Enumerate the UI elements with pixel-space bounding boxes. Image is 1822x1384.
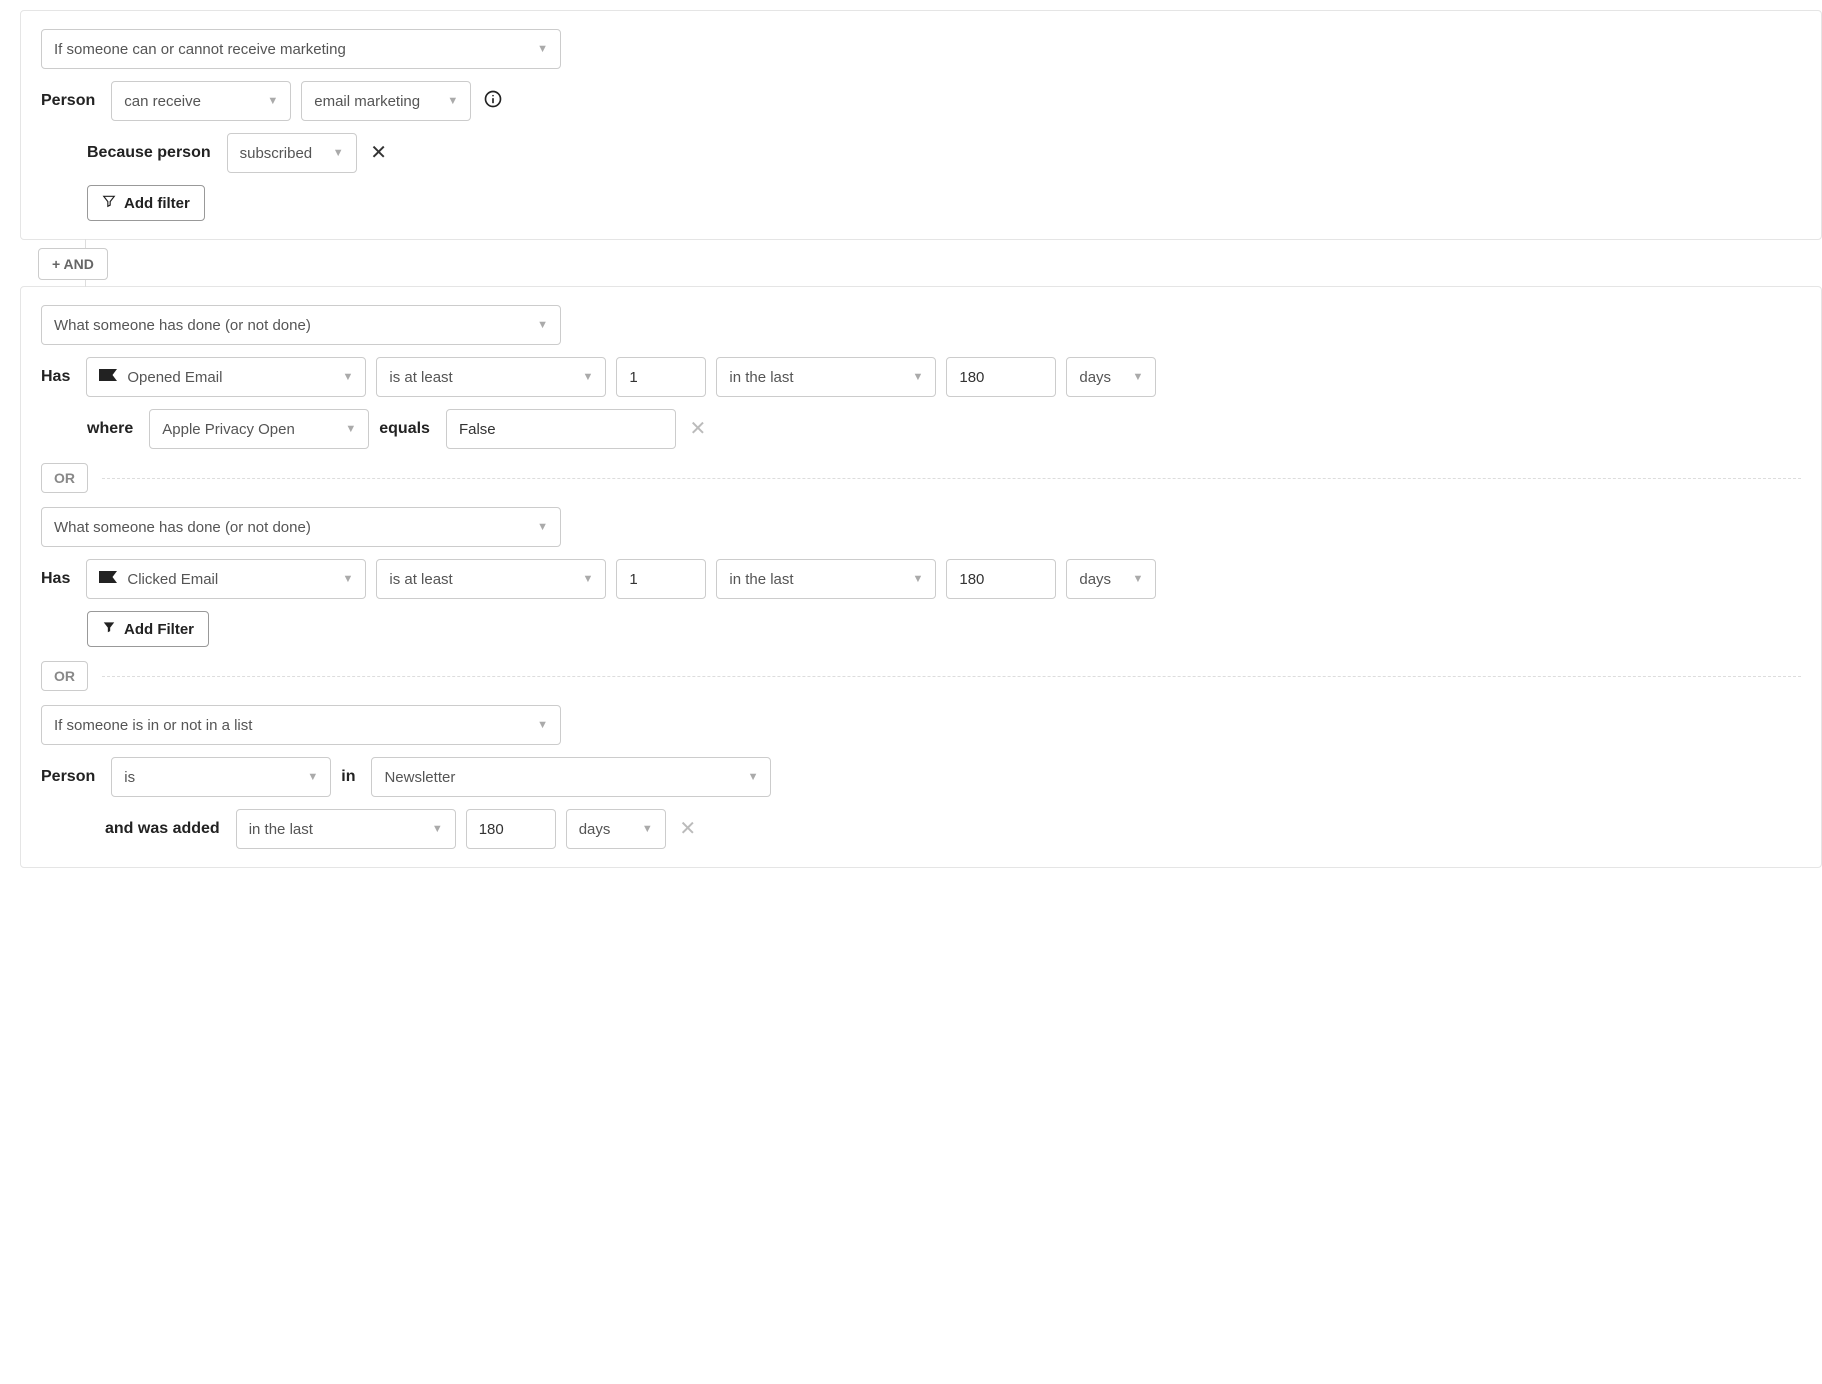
or-button[interactable]: OR [41, 463, 88, 493]
can-receive-select[interactable]: can receive ▼ [111, 81, 291, 121]
condition-type-select-a[interactable]: What someone has done (or not done) ▼ [41, 305, 561, 345]
where-label: where [87, 420, 133, 438]
condition-type-select-c[interactable]: If someone is in or not in a list ▼ [41, 705, 561, 745]
because-select[interactable]: subscribed ▼ [227, 133, 357, 173]
has-label: Has [41, 570, 70, 588]
flag-icon [99, 368, 117, 386]
chevron-down-icon: ▼ [333, 147, 344, 159]
chevron-down-icon: ▼ [267, 95, 278, 107]
chevron-down-icon: ▼ [642, 823, 653, 835]
chevron-down-icon: ▼ [342, 573, 353, 585]
remove-icon[interactable]: ✕ [686, 417, 710, 441]
count-input-b[interactable]: 1 [616, 559, 706, 599]
person-label: Person [41, 92, 95, 110]
num-input-b[interactable]: 180 [946, 559, 1056, 599]
condition-type-select[interactable]: If someone can or cannot receive marketi… [41, 29, 561, 69]
chevron-down-icon: ▼ [345, 423, 356, 435]
condition-block-1: If someone can or cannot receive marketi… [20, 10, 1822, 240]
unit-select-b[interactable]: days ▼ [1066, 559, 1156, 599]
or-divider: OR [41, 463, 1801, 493]
unit-select-a[interactable]: days ▼ [1066, 357, 1156, 397]
chevron-down-icon: ▼ [432, 823, 443, 835]
where-value-input[interactable]: False [446, 409, 676, 449]
chevron-down-icon: ▼ [537, 719, 548, 731]
timeframe-select-b[interactable]: in the last ▼ [716, 559, 936, 599]
chevron-down-icon: ▼ [1132, 371, 1143, 383]
chevron-down-icon: ▼ [912, 573, 923, 585]
or-button[interactable]: OR [41, 661, 88, 691]
num-input-a[interactable]: 180 [946, 357, 1056, 397]
in-label: in [341, 768, 355, 786]
person-is-select[interactable]: is ▼ [111, 757, 331, 797]
and-button[interactable]: + AND [38, 248, 108, 280]
event-select-a[interactable]: Opened Email ▼ [86, 357, 366, 397]
or-divider: OR [41, 661, 1801, 691]
chevron-down-icon: ▼ [582, 371, 593, 383]
chevron-down-icon: ▼ [537, 319, 548, 331]
info-icon[interactable] [481, 89, 505, 113]
funnel-icon [102, 194, 116, 212]
timeframe-select-a[interactable]: in the last ▼ [716, 357, 936, 397]
remove-icon[interactable]: ✕ [676, 817, 700, 841]
added-num-input[interactable]: 180 [466, 809, 556, 849]
condition-type-select-b[interactable]: What someone has done (or not done) ▼ [41, 507, 561, 547]
flag-icon [99, 570, 117, 588]
has-label: Has [41, 368, 70, 386]
chevron-down-icon: ▼ [537, 521, 548, 533]
added-label: and was added [105, 820, 220, 838]
condition-type-label: If someone can or cannot receive marketi… [54, 41, 346, 58]
chevron-down-icon: ▼ [307, 771, 318, 783]
channel-select[interactable]: email marketing ▼ [301, 81, 471, 121]
person-label: Person [41, 768, 95, 786]
because-label: Because person [87, 144, 211, 162]
chevron-down-icon: ▼ [1132, 573, 1143, 585]
add-filter-button-b[interactable]: Add Filter [87, 611, 209, 647]
chevron-down-icon: ▼ [537, 43, 548, 55]
added-timeframe-select[interactable]: in the last ▼ [236, 809, 456, 849]
event-select-b[interactable]: Clicked Email ▼ [86, 559, 366, 599]
added-unit-select[interactable]: days ▼ [566, 809, 666, 849]
divider-line [102, 676, 1801, 677]
chevron-down-icon: ▼ [582, 573, 593, 585]
count-input-a[interactable]: 1 [616, 357, 706, 397]
add-filter-button[interactable]: Add filter [87, 185, 205, 221]
list-select[interactable]: Newsletter ▼ [371, 757, 771, 797]
divider-line [102, 478, 1801, 479]
remove-icon[interactable]: ✕ [367, 141, 391, 165]
condition-block-2: What someone has done (or not done) ▼ Ha… [20, 286, 1822, 868]
chevron-down-icon: ▼ [447, 95, 458, 107]
filter-icon [102, 620, 116, 638]
where-prop-select[interactable]: Apple Privacy Open ▼ [149, 409, 369, 449]
operator-select-b[interactable]: is at least ▼ [376, 559, 606, 599]
chevron-down-icon: ▼ [342, 371, 353, 383]
equals-label: equals [379, 420, 430, 438]
and-connector: + AND [65, 240, 1822, 286]
chevron-down-icon: ▼ [748, 771, 759, 783]
operator-select-a[interactable]: is at least ▼ [376, 357, 606, 397]
chevron-down-icon: ▼ [912, 371, 923, 383]
